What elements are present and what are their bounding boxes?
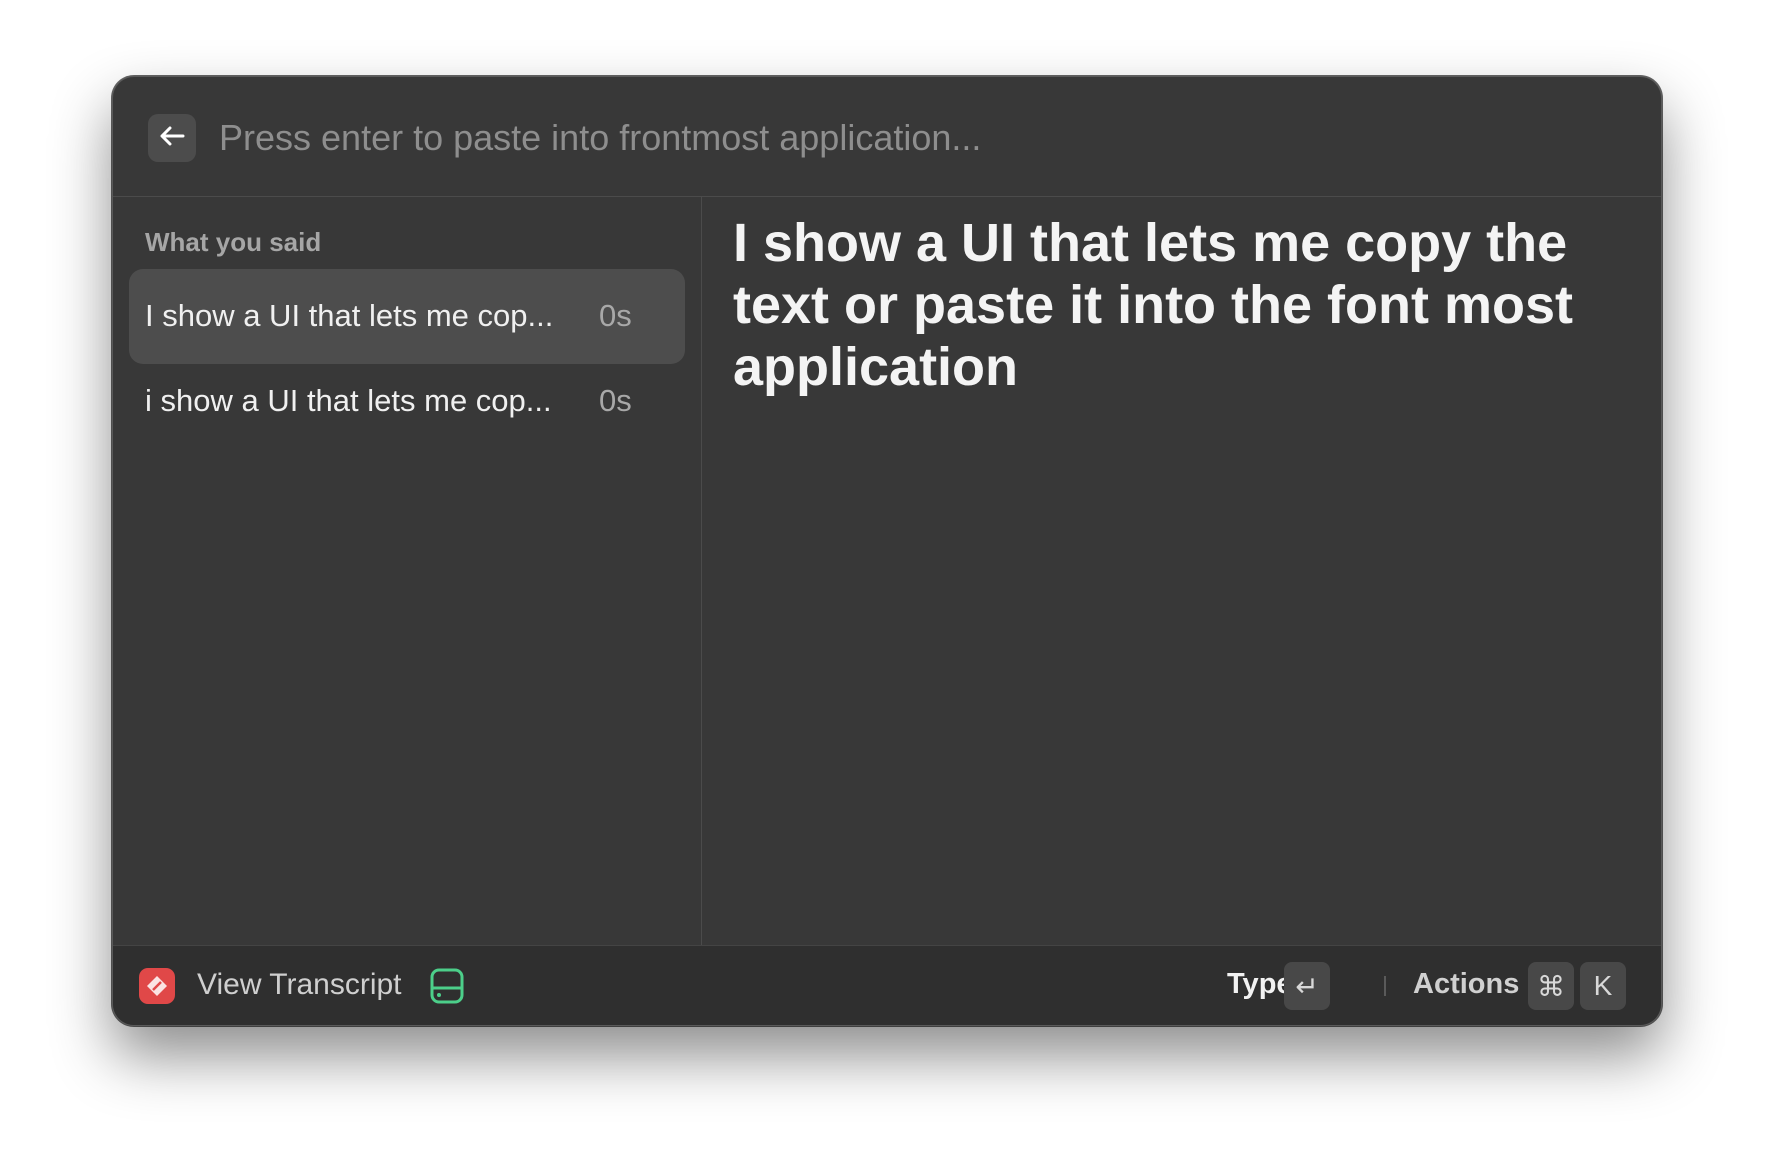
list-item[interactable]: i show a UI that lets me cop... 0s — [129, 354, 685, 449]
arrow-left-icon — [159, 125, 185, 152]
transcript-list: What you said I show a UI that lets me c… — [113, 197, 702, 945]
k-key-label: K — [1593, 970, 1613, 1001]
return-key-icon: ↵ — [1295, 970, 1319, 1002]
command-key-badge[interactable]: ⌘ — [1528, 962, 1574, 1010]
actions-label[interactable]: Actions — [1413, 968, 1519, 1001]
list-item-text: I show a UI that lets me cop... — [145, 298, 554, 333]
section-title: What you said — [145, 227, 322, 257]
transcript-detail: I show a UI that lets me copy the text o… — [733, 213, 1574, 397]
footer-separator — [1384, 976, 1386, 996]
view-transcript-label[interactable]: View Transcript — [197, 968, 402, 1002]
list-item-duration: 0s — [599, 383, 632, 418]
k-key-badge[interactable]: K — [1580, 962, 1626, 1010]
search-input[interactable] — [217, 103, 1601, 173]
list-item-duration: 0s — [599, 298, 632, 333]
command-key-icon: ⌘ — [1537, 970, 1565, 1002]
search-bar — [113, 77, 1661, 197]
app-icon — [139, 968, 175, 1004]
list-item-text: i show a UI that lets me cop... — [145, 383, 552, 418]
back-button[interactable] — [148, 114, 196, 162]
dictation-window: What you said I show a UI that lets me c… — [112, 76, 1662, 1026]
list-item[interactable]: I show a UI that lets me cop... 0s — [129, 269, 685, 364]
drive-icon — [429, 966, 465, 1006]
footer-bar: View Transcript Type ↵ Actions ⌘ K — [113, 945, 1661, 1025]
type-action-label[interactable]: Type — [1227, 968, 1293, 1001]
enter-key-badge[interactable]: ↵ — [1284, 962, 1330, 1010]
